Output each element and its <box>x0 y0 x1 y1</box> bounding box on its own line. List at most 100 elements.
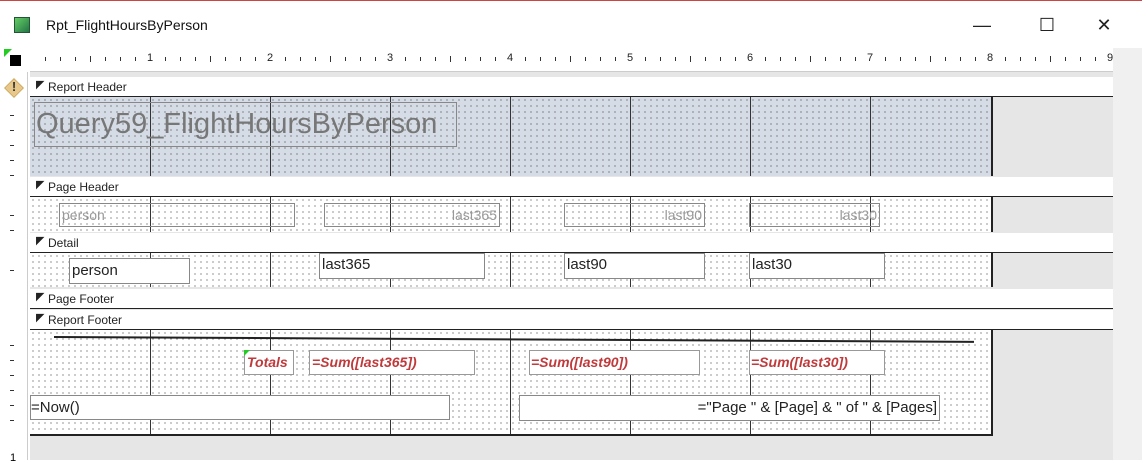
ruler-tick <box>1095 57 1096 61</box>
ruler-tick <box>10 375 14 376</box>
ruler-tick <box>540 57 541 61</box>
ruler-tick <box>585 57 586 61</box>
ruler-tick <box>480 57 481 61</box>
ruler-tick <box>960 57 961 61</box>
ruler-tick <box>600 57 601 61</box>
ruler-tick <box>10 115 14 116</box>
vertical-ruler[interactable] <box>0 72 28 460</box>
last30-field[interactable]: last30 <box>749 253 885 279</box>
ruler-tick <box>300 57 301 61</box>
ruler-tick <box>840 57 841 61</box>
ruler-tick <box>795 57 796 61</box>
ruler-number: 1 <box>147 52 154 64</box>
section-arrow-icon: ◤ <box>36 312 45 324</box>
ruler-tick <box>180 57 181 61</box>
last365-field[interactable]: last365 <box>319 253 485 279</box>
now-field[interactable]: =Now() <box>30 395 450 420</box>
ruler-tick <box>315 57 316 61</box>
inch-gridline <box>750 97 751 176</box>
ruler-tick <box>555 57 556 61</box>
maximize-button[interactable]: ☐ <box>1027 10 1067 40</box>
ruler-tick <box>720 57 721 61</box>
page-number-field[interactable]: ="Page " & [Page] & " of " & [Pages] <box>519 395 940 421</box>
section-label: Page Header <box>48 180 119 194</box>
ruler-tick <box>45 57 46 61</box>
section-bar-detail[interactable]: ◤ Detail <box>30 233 1113 253</box>
ruler-number: 8 <box>987 52 994 64</box>
ruler-tick <box>945 57 946 61</box>
section-bar-report-header[interactable]: ◤ Report Header <box>30 77 1113 97</box>
report-header-section[interactable]: Query59_FlightHoursByPerson <box>30 97 993 176</box>
section-bar-report-footer[interactable]: ◤ Report Footer <box>30 310 1113 330</box>
vertical-scrollbar[interactable] <box>1113 48 1142 460</box>
ruler-tick <box>735 57 736 61</box>
section-arrow-icon: ◤ <box>36 291 45 303</box>
minimize-button[interactable]: — <box>962 10 1002 40</box>
ruler-tick <box>420 57 421 61</box>
error-indicator <box>4 49 12 57</box>
ruler-tick <box>1020 57 1021 61</box>
horizontal-ruler[interactable]: 123456789 <box>30 48 1113 72</box>
ruler-tick <box>10 345 14 346</box>
ruler-tick <box>345 57 346 61</box>
ruler-tick <box>765 57 766 61</box>
ruler-tick <box>435 57 436 61</box>
ruler-tick <box>690 56 691 62</box>
ruler-number: 6 <box>747 52 754 64</box>
page-header-section[interactable]: person last365 last90 last30 <box>30 197 993 232</box>
section-label: Report Footer <box>48 313 123 327</box>
section-label: Detail <box>48 236 79 250</box>
section-label: Page Footer <box>48 292 115 306</box>
ruler-tick <box>10 145 14 146</box>
inch-gridline <box>510 253 511 287</box>
error-indicator <box>244 350 250 356</box>
last365-label[interactable]: last365 <box>324 203 500 227</box>
ruler-tick <box>915 57 916 61</box>
ruler-tick <box>120 57 121 61</box>
section-bar-page-footer[interactable]: ◤ Page Footer <box>30 289 1113 309</box>
person-field[interactable]: person <box>69 258 190 284</box>
ruler-tick <box>210 56 211 62</box>
ruler-tick <box>570 56 571 62</box>
last30-label[interactable]: last30 <box>749 203 880 227</box>
last90-field[interactable]: last90 <box>564 253 705 279</box>
ruler-tick <box>165 57 166 61</box>
detail-section[interactable]: person last365 last90 last30 <box>30 253 993 287</box>
ruler-tick <box>75 57 76 61</box>
warning-icon-glyph: ! <box>11 79 17 94</box>
left-ruler-number: 1 <box>10 452 17 464</box>
person-label[interactable]: person <box>59 203 295 227</box>
ruler-tick <box>645 57 646 61</box>
section-bar-page-header[interactable]: ◤ Page Header <box>30 177 1113 197</box>
ruler-tick <box>10 130 14 131</box>
ruler-tick <box>855 57 856 61</box>
ruler-tick <box>240 57 241 61</box>
ruler-tick <box>330 56 331 62</box>
report-footer-section[interactable]: Totals =Sum([last365]) =Sum([last90]) =S… <box>30 330 993 436</box>
inch-gridline <box>510 197 511 232</box>
close-button[interactable]: ✕ <box>1084 10 1124 40</box>
ruler-tick <box>10 420 14 421</box>
ruler-tick <box>1065 57 1066 61</box>
sum-last30-field[interactable]: =Sum([last30]) <box>749 350 885 375</box>
totals-line[interactable] <box>53 336 974 343</box>
totals-label[interactable]: Totals <box>244 350 294 375</box>
ruler-tick <box>10 175 14 176</box>
ruler-tick <box>780 57 781 61</box>
ruler-tick <box>10 360 14 361</box>
section-arrow-icon: ◤ <box>36 235 45 247</box>
ruler-number: 7 <box>867 52 874 64</box>
last90-label[interactable]: last90 <box>564 203 705 227</box>
ruler-tick <box>105 57 106 61</box>
section-label: Report Header <box>48 80 127 94</box>
report-title-label[interactable]: Query59_FlightHoursByPerson <box>34 102 457 147</box>
ruler-tick <box>450 56 451 62</box>
ruler-tick <box>405 57 406 61</box>
sum-last90-field[interactable]: =Sum([last90]) <box>529 350 700 375</box>
section-arrow-icon: ◤ <box>36 179 45 191</box>
sum-last365-field[interactable]: =Sum([last365]) <box>309 350 475 375</box>
ruler-tick <box>825 57 826 61</box>
inch-gridline <box>270 253 271 287</box>
report-icon <box>14 17 30 33</box>
ruler-tick <box>900 57 901 61</box>
